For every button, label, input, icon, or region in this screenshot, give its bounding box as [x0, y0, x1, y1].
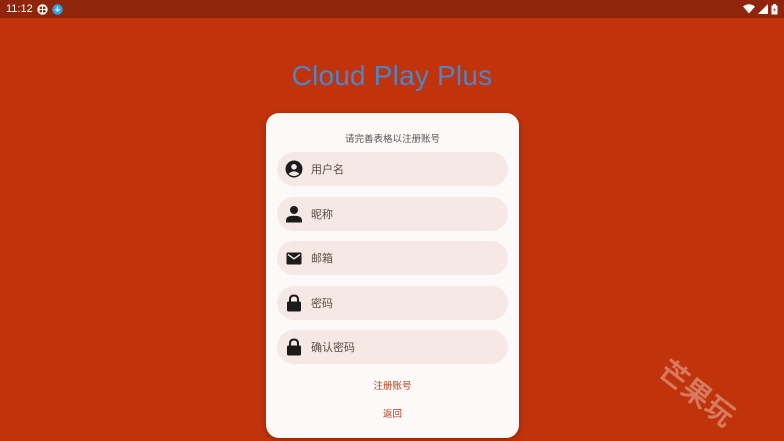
- nickname-input[interactable]: [311, 207, 501, 221]
- watermark: 芒果玩: [652, 353, 742, 434]
- registration-card: 请完善表格以注册账号 用户名 昵称 邮箱 注册账号 返回: [266, 113, 519, 438]
- nickname-field[interactable]: [277, 197, 508, 231]
- confirm-password-input[interactable]: [311, 340, 501, 354]
- form-subtitle: 请完善表格以注册账号: [344, 134, 440, 145]
- mail-icon: [285, 249, 303, 267]
- status-left: 11:12: [6, 3, 63, 15]
- status-bar: 11:12: [0, 0, 784, 18]
- email-field[interactable]: [277, 241, 508, 275]
- wifi-icon: [743, 4, 755, 14]
- status-time: 11:12: [6, 3, 33, 15]
- status-right: [743, 3, 778, 15]
- back-button[interactable]: 返回: [266, 406, 519, 420]
- signal-icon: [758, 4, 768, 14]
- download-badge-icon: [52, 3, 63, 15]
- email-input[interactable]: [311, 251, 501, 265]
- username-field[interactable]: [277, 152, 508, 186]
- app-title: Cloud Play Plus: [291, 60, 493, 91]
- photo-grid-icon: [37, 3, 48, 15]
- battery-icon: [771, 3, 778, 15]
- lock-icon: [285, 338, 303, 356]
- register-button[interactable]: 注册账号: [266, 378, 519, 392]
- password-field[interactable]: [277, 286, 508, 320]
- confirm-password-field[interactable]: [277, 330, 508, 364]
- account-circle-icon: [285, 160, 303, 178]
- username-input[interactable]: [311, 162, 501, 176]
- person-icon: [285, 205, 303, 223]
- password-input[interactable]: [311, 296, 501, 310]
- lock-icon: [285, 294, 303, 312]
